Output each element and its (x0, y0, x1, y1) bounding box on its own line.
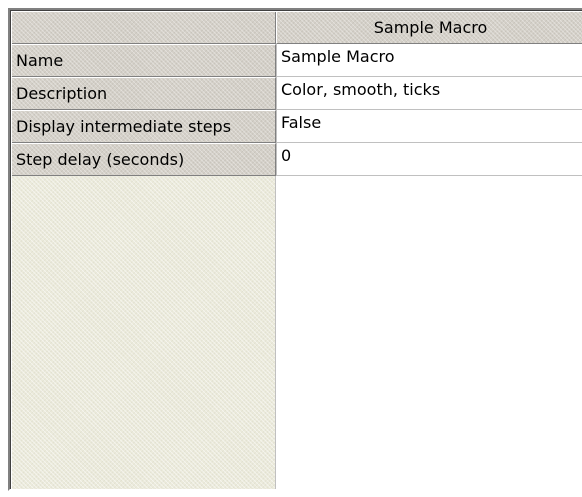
property-value-name[interactable]: Sample Macro (276, 44, 582, 77)
property-value-step-delay[interactable]: 0 (276, 143, 582, 176)
empty-label-area (12, 176, 276, 489)
property-label-display-intermediate-steps[interactable]: Display intermediate steps (12, 110, 276, 143)
column-header-sample-macro[interactable]: Sample Macro (276, 12, 582, 44)
header-corner-cell (12, 12, 276, 44)
property-value-description[interactable]: Color, smooth, ticks (276, 77, 582, 110)
grid-header-row: Sample Macro (12, 12, 582, 44)
property-grid-frame: Sample Macro Name Sample Macro Descripti… (8, 8, 582, 491)
property-label-name[interactable]: Name (12, 44, 276, 77)
property-value-display-intermediate-steps[interactable]: False (276, 110, 582, 143)
property-label-step-delay[interactable]: Step delay (seconds) (12, 143, 276, 176)
property-row-step-delay: Step delay (seconds) 0 (12, 143, 582, 176)
property-row-name: Name Sample Macro (12, 44, 582, 77)
property-rows: Name Sample Macro Description Color, smo… (12, 44, 582, 176)
property-row-display-intermediate-steps: Display intermediate steps False (12, 110, 582, 143)
property-grid: Sample Macro Name Sample Macro Descripti… (12, 12, 582, 489)
empty-value-area (276, 176, 582, 489)
property-row-description: Description Color, smooth, ticks (12, 77, 582, 110)
property-label-description[interactable]: Description (12, 77, 276, 110)
